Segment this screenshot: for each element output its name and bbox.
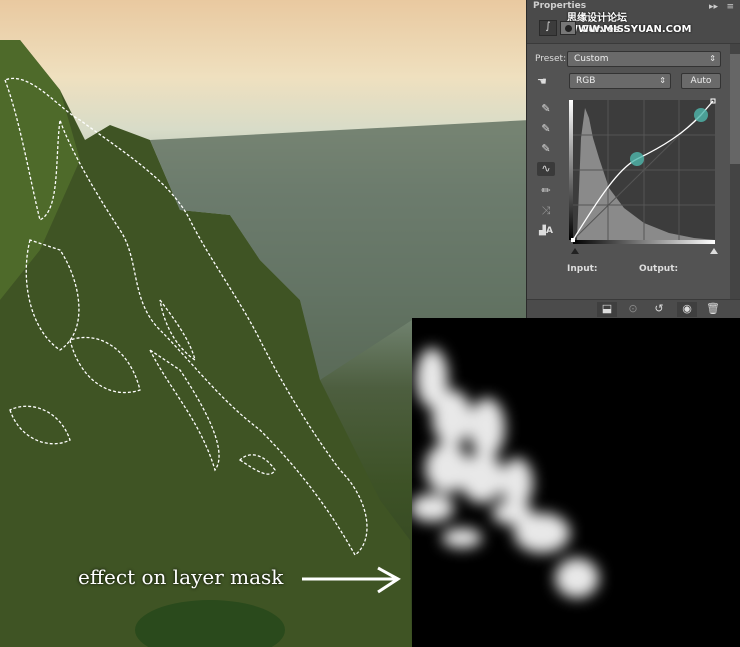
white-point-slider[interactable] (710, 248, 718, 254)
clip-to-layer-icon[interactable]: ⬓ (597, 302, 617, 317)
properties-panel: Properties 思缘设计论坛 WWW.MISSYUAN.COM ▸▸ ≡ … (526, 0, 740, 318)
preset-select[interactable]: Custom (567, 51, 721, 67)
visibility-eye-icon[interactable]: ◉ (677, 302, 697, 317)
sample-black-eyedropper-icon[interactable]: ✎ (537, 102, 555, 116)
clipping-warning-icon[interactable]: ▟A (537, 226, 555, 240)
black-point-slider[interactable] (571, 248, 579, 254)
sample-gray-eyedropper-icon[interactable]: ✎ (537, 122, 555, 136)
view-previous-state-icon[interactable]: ⊙ (623, 302, 643, 317)
output-label: Output: (639, 264, 679, 274)
smooth-curve-icon[interactable]: ⤨ (537, 204, 555, 218)
curves-adjustment-icon[interactable]: ∫ (539, 20, 557, 36)
input-label: Input: (567, 264, 598, 274)
collapse-icon[interactable]: ▸▸ (709, 2, 718, 12)
sample-white-eyedropper-icon[interactable]: ✎ (537, 142, 555, 156)
preset-label: Preset: (535, 54, 567, 64)
reset-icon[interactable]: ↺ (649, 302, 669, 317)
curve-point[interactable] (694, 108, 708, 122)
curve-endpoint[interactable] (571, 238, 575, 242)
trash-icon[interactable]: 🗑 (703, 302, 723, 317)
panel-footer: ⬓ ⊙ ↺ ◉ 🗑 (527, 299, 740, 318)
curve-edit-points-icon[interactable]: ∿ (537, 162, 555, 176)
mask-shapes (412, 348, 599, 598)
auto-button[interactable]: Auto (681, 73, 721, 89)
arrow-icon (302, 566, 401, 594)
curves-graph[interactable] (569, 98, 721, 258)
adjustment-name: Curves (581, 24, 620, 35)
curve-point[interactable] (630, 152, 644, 166)
annotation-caption: effect on layer mask (78, 565, 284, 589)
scrollbar[interactable] (730, 44, 740, 299)
pencil-draw-icon[interactable]: ✏ (537, 184, 555, 198)
targeted-adjustment-hand-icon[interactable]: ☚ (537, 75, 547, 88)
layer-mask-preview (412, 318, 740, 647)
layer-mask-icon[interactable] (560, 21, 576, 35)
panel-menu-icon[interactable]: ≡ (726, 2, 734, 12)
channel-select[interactable]: RGB (569, 73, 671, 89)
